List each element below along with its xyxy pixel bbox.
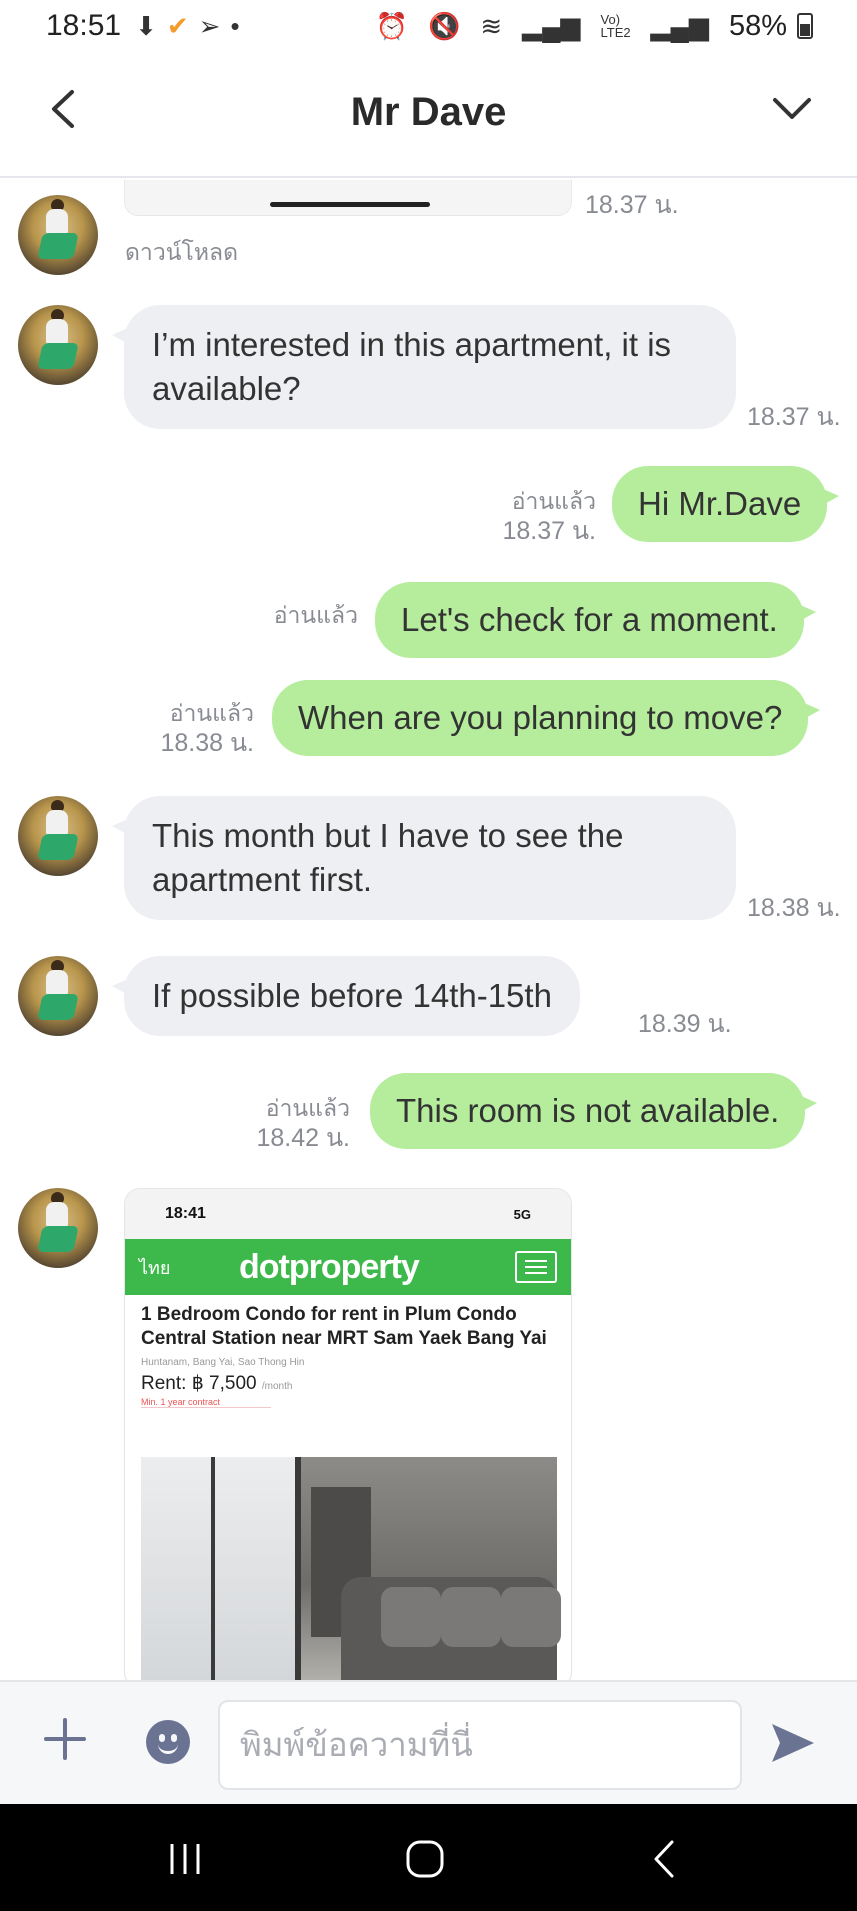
status-bar: 18:51 ⬇ ✔ ➢ • ⏰ 🔇 ≋ ▂▄▆ Vo) LTE2 ▂▄▆ 58% (0, 0, 857, 52)
screenshot-time: 18:41 (165, 1205, 206, 1222)
signal-2-icon: ▂▄▆ (650, 10, 709, 41)
signal-icon: ▂▄▆ (522, 10, 581, 41)
incoming-message[interactable]: I’m interested in this apartment, it is … (112, 305, 736, 429)
screenshot-status-bar: 18:41 5G (125, 1189, 571, 1239)
read-receipt: อ่านแล้ว (511, 488, 596, 514)
status-time: 18:51 (46, 9, 122, 42)
message-time: 18.38 น. (747, 894, 841, 922)
alarm-icon: ⏰ (375, 10, 408, 41)
incoming-message[interactable]: If possible before 14th-15th (112, 956, 580, 1036)
battery-percent: 58% (728, 9, 787, 42)
avatar[interactable] (18, 305, 98, 385)
system-nav-bar (0, 1804, 857, 1911)
telegram-icon: ➢ (198, 10, 221, 41)
message-list[interactable]: 18.37 น. ดาวน์โหลด I’m interested in thi… (0, 180, 857, 1680)
listing-title: 1 Bedroom Condo for rent in Plum Condo C… (141, 1304, 547, 1349)
status-right: ⏰ 🔇 ≋ ▂▄▆ Vo) LTE2 ▂▄▆ 58% (376, 10, 813, 43)
listing-location: Huntanam, Bang Yai, Sao Thong Hin (141, 1357, 305, 1368)
download-icon: ⬇ (135, 10, 157, 41)
message-time: 18.38 น. (160, 729, 254, 757)
read-receipt: อ่านแล้ว (169, 700, 254, 726)
send-icon[interactable] (768, 1718, 818, 1768)
battery-icon (797, 13, 813, 39)
home-icon[interactable] (400, 1834, 450, 1884)
image-message-partial[interactable] (124, 180, 572, 216)
screenshot-logo: dotproperty (239, 1247, 420, 1286)
hamburger-icon (515, 1251, 557, 1283)
message-time: 18.39 น. (638, 1010, 732, 1038)
chevron-down-icon[interactable] (767, 84, 817, 134)
outgoing-message[interactable]: When are you planning to move? (272, 680, 821, 756)
message-time: 18.37 น. (747, 403, 841, 431)
chat-header: Mr Dave (0, 52, 857, 178)
volte-label: Vo) LTE2 (600, 12, 631, 40)
incoming-message[interactable]: This month but I have to see the apartme… (112, 796, 736, 920)
message-time: 18.37 น. (502, 517, 596, 545)
outgoing-message[interactable]: Let's check for a moment. (375, 582, 816, 658)
message-input[interactable] (218, 1700, 742, 1790)
message-time: 18.42 น. (256, 1124, 350, 1152)
outgoing-message[interactable]: This room is not available. (370, 1073, 818, 1149)
screenshot-signal: 5G (513, 1206, 531, 1222)
listing-photo (141, 1457, 561, 1680)
read-receipt: อ่านแล้ว (273, 602, 358, 628)
avatar[interactable] (18, 1188, 98, 1268)
recents-icon[interactable] (160, 1834, 210, 1884)
listing-rent: Rent: ฿ 7,500 /month (141, 1373, 293, 1394)
app-notification-icon: ✔ (166, 10, 189, 41)
screenshot-listing: 1 Bedroom Condo for rent in Plum Condo C… (125, 1295, 571, 1416)
composer-bar (0, 1680, 857, 1804)
read-receipt: อ่านแล้ว (265, 1095, 350, 1121)
avatar[interactable] (18, 195, 98, 275)
wifi-icon: ≋ (480, 10, 503, 41)
download-link[interactable]: ดาวน์โหลด (125, 237, 238, 267)
chat-title: Mr Dave (350, 90, 507, 134)
message-time: 18.37 น. (585, 191, 679, 219)
listing-note: Min. 1 year contract (141, 1397, 271, 1408)
mute-icon: 🔇 (427, 10, 461, 41)
avatar[interactable] (18, 956, 98, 1036)
screenshot-brand-bar: ไทย dotproperty (125, 1239, 571, 1295)
back-nav-icon[interactable] (640, 1834, 690, 1884)
emoji-icon[interactable] (146, 1720, 190, 1764)
outgoing-message[interactable]: Hi Mr.Dave (612, 466, 840, 542)
plus-icon[interactable] (40, 1714, 90, 1764)
avatar[interactable] (18, 796, 98, 876)
image-message[interactable]: 18:41 5G ไทย dotproperty 1 Bedroom Condo… (124, 1188, 572, 1680)
screenshot-lang: ไทย (139, 1257, 171, 1278)
more-notifications-icon: • (230, 10, 240, 41)
